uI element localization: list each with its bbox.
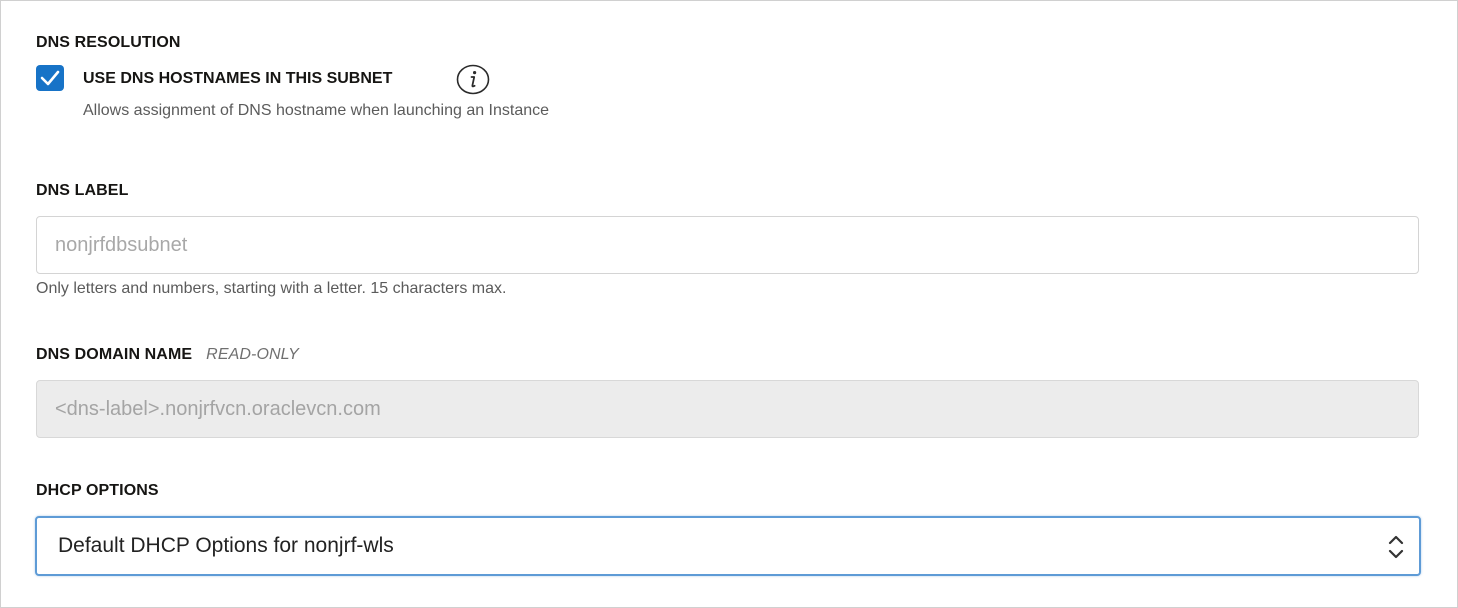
dns-resolution-heading: DNS RESOLUTION bbox=[36, 34, 181, 51]
chevrons-up-down-icon bbox=[1388, 535, 1404, 559]
use-dns-hostnames-label[interactable]: USE DNS HOSTNAMES IN THIS SUBNET bbox=[83, 70, 392, 88]
dhcp-options-heading: DHCP OPTIONS bbox=[36, 482, 159, 499]
dns-label-helper-text: Only letters and numbers, starting with … bbox=[36, 280, 507, 297]
checkmark-icon bbox=[40, 70, 60, 86]
dns-label-heading: DNS LABEL bbox=[36, 182, 129, 199]
dns-domain-name-field: <dns-label>.nonjrfvcn.oraclevcn.com bbox=[36, 380, 1419, 438]
dns-label-input[interactable] bbox=[36, 216, 1419, 274]
dns-hostnames-helper-text: Allows assignment of DNS hostname when l… bbox=[83, 102, 550, 119]
use-dns-hostnames-checkbox[interactable] bbox=[36, 65, 64, 91]
dhcp-options-selected-value: Default DHCP Options for nonjrf-wls bbox=[58, 534, 394, 557]
read-only-tag: READ-ONLY bbox=[206, 346, 299, 363]
dhcp-options-select[interactable]: Default DHCP Options for nonjrf-wls bbox=[35, 516, 1421, 576]
form-panel: DNS RESOLUTION USE DNS HOSTNAMES IN THIS… bbox=[0, 0, 1458, 608]
info-icon[interactable] bbox=[456, 64, 490, 95]
dns-domain-name-heading: DNS DOMAIN NAME READ-ONLY bbox=[36, 346, 299, 364]
dns-domain-name-label: DNS DOMAIN NAME bbox=[36, 346, 193, 363]
